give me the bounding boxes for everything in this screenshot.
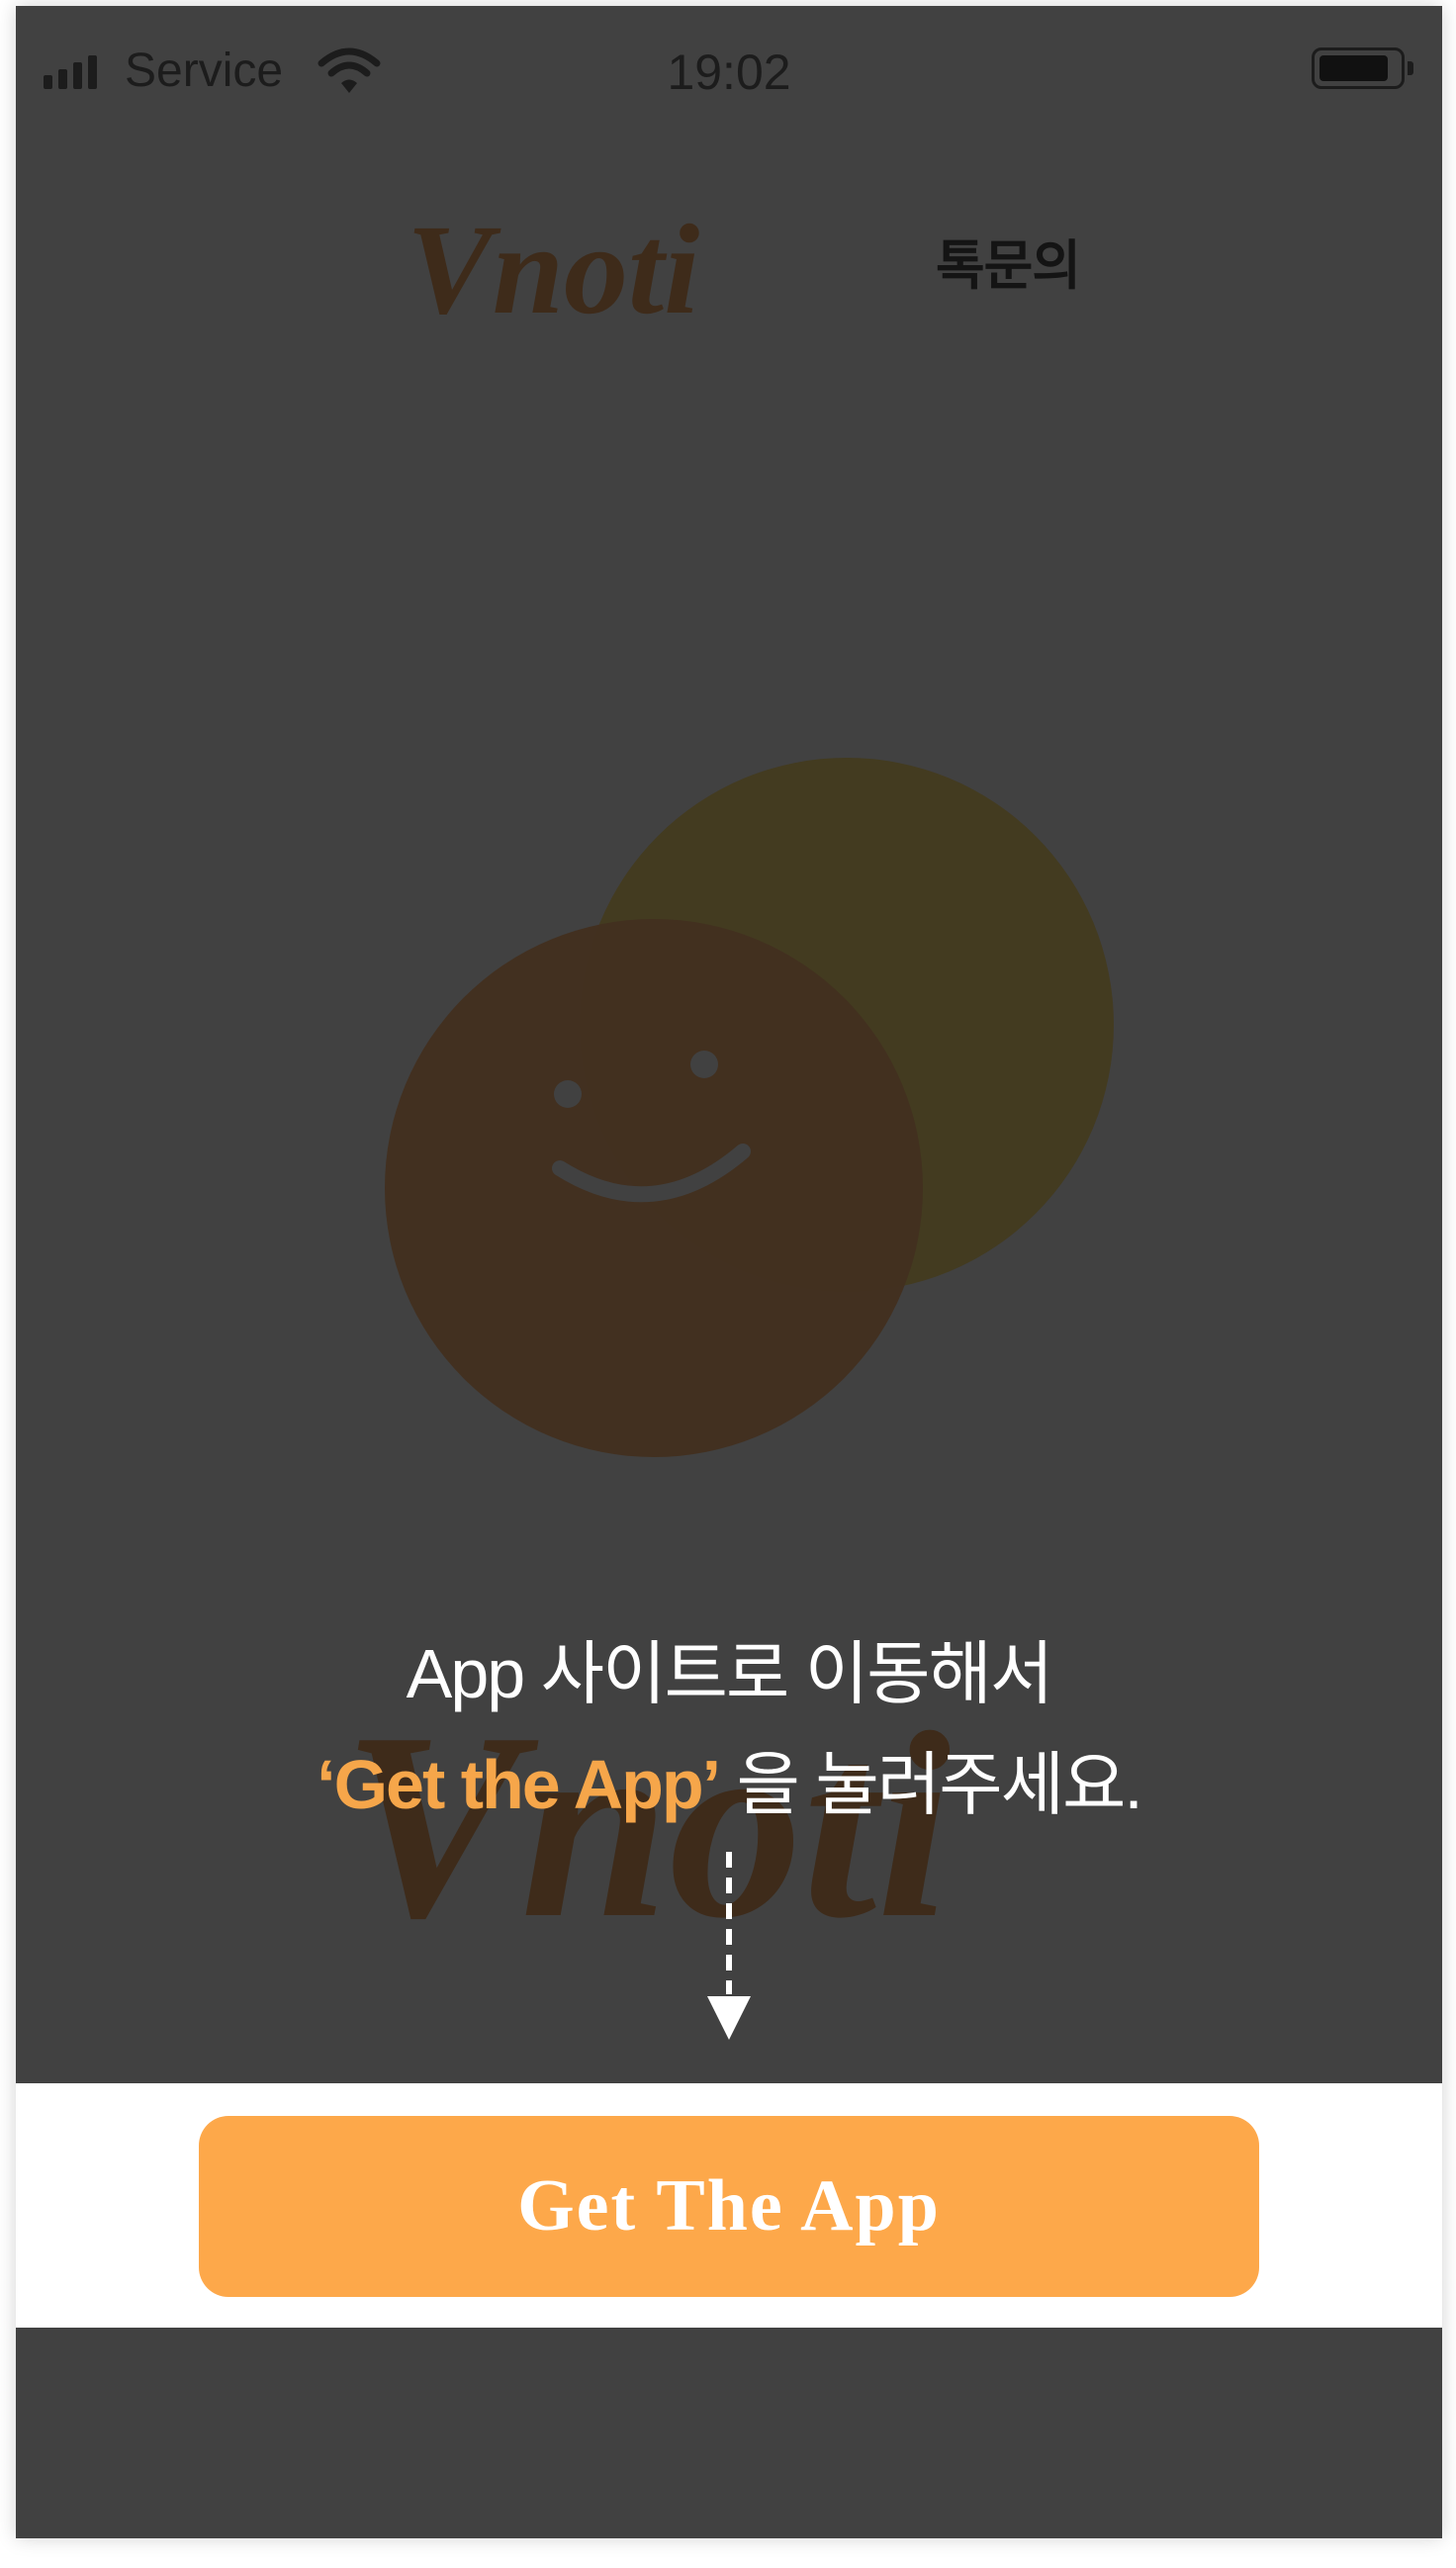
instruction-line-2: ‘Get the App’ 을 눌러주세요.	[16, 1729, 1442, 1829]
get-the-app-highlight: ‘Get the App’	[317, 1746, 721, 1823]
battery-icon	[1312, 47, 1413, 89]
get-the-app-button[interactable]: Get The App	[199, 2116, 1259, 2297]
down-arrow-icon	[707, 1852, 751, 2040]
talk-inquiry-link[interactable]: 톡문의	[936, 222, 1081, 300]
bottom-action-bar: Get The App	[16, 2083, 1442, 2328]
status-bar: Service 19:02	[16, 6, 1442, 135]
instruction-line-2-rest: 을 눌러주세요.	[719, 1746, 1143, 1823]
screen: Service 19:02 Vnoti 톡문의 Vnoti App 사이트로 이…	[16, 6, 1442, 2538]
smiley-logo-icon	[385, 758, 1114, 1457]
instruction-line-1: App 사이트로 이동해서	[406, 1635, 1054, 1712]
status-time: 19:02	[667, 45, 791, 100]
logo-text: Vnoti	[407, 199, 699, 341]
vnoti-logo[interactable]: Vnoti	[397, 174, 753, 342]
